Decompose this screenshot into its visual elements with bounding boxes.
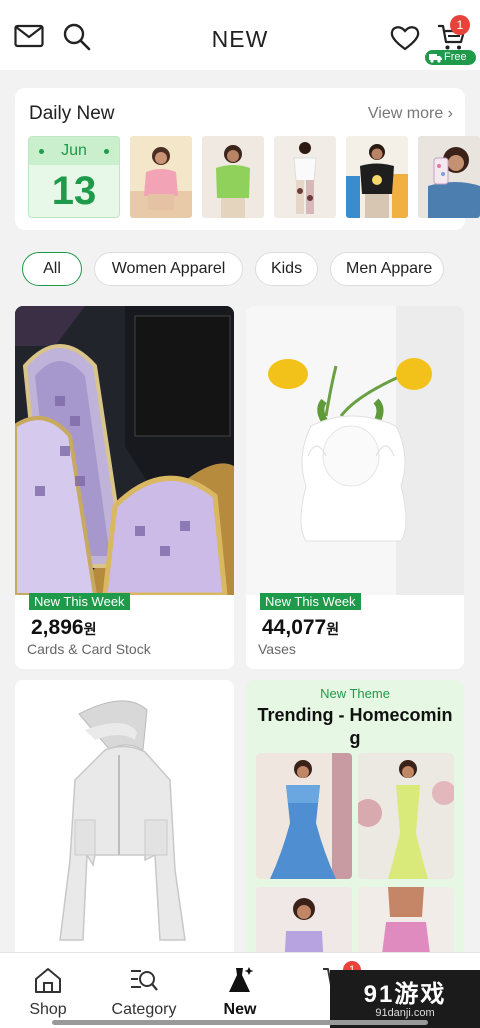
dress-icon (229, 967, 254, 992)
new-this-week-tag: New This Week (260, 593, 361, 610)
theme-photo[interactable] (358, 753, 454, 879)
product-photo (346, 136, 408, 218)
home-indicator (52, 1020, 428, 1025)
nav-new-label: New (223, 1001, 257, 1018)
chip-men-apparel[interactable]: Men Appare (330, 252, 444, 286)
product-photo (418, 136, 480, 218)
daily-new-thumbnail[interactable] (418, 136, 480, 218)
product-card[interactable]: New This Week 2,896원 Cards & Card Stock (15, 306, 234, 669)
nav-new[interactable]: New (192, 953, 288, 1028)
watermark-logo: 91游戏 (363, 981, 447, 1008)
view-more-link[interactable]: View more › (368, 105, 453, 123)
price-value: 44,077 (262, 616, 327, 639)
theme-label: New Theme (320, 686, 390, 701)
daily-new-thumbnail[interactable] (130, 136, 192, 218)
nav-shop[interactable]: Shop (0, 953, 96, 1028)
chevron-right-icon: › (447, 105, 453, 122)
product-image (15, 306, 234, 595)
theme-photo[interactable] (256, 753, 352, 879)
nav-category[interactable]: Category (96, 953, 192, 1028)
product-photo (130, 136, 192, 218)
date-day: 13 (51, 169, 97, 213)
truck-icon (429, 54, 442, 63)
product-card[interactable]: New This Week 44,077원 Vases (246, 306, 464, 669)
daily-new-thumbnail[interactable] (274, 136, 336, 218)
new-this-week-tag: New This Week (29, 593, 130, 610)
dress-photo (358, 753, 454, 879)
chip-kids[interactable]: Kids (255, 252, 318, 286)
product-price: 44,077원 (262, 616, 339, 640)
product-photo (202, 136, 264, 218)
wishlist-heart-icon[interactable] (390, 24, 420, 52)
chip-all[interactable]: All (22, 252, 82, 286)
daily-new-title: Daily New (29, 103, 115, 124)
view-more-label: View more (367, 105, 444, 122)
home-icon (35, 968, 61, 993)
daily-new-section: Daily New View more › Jun 13 (15, 88, 480, 230)
product-card[interactable] (15, 680, 234, 970)
daily-new-thumbnail[interactable] (202, 136, 264, 218)
product-category: Cards & Card Stock (27, 641, 151, 657)
date-calendar-badge[interactable]: Jun 13 (28, 136, 120, 218)
price-currency: 원 (326, 621, 340, 637)
product-image (15, 680, 234, 970)
free-shipping-badge: Free (425, 50, 476, 65)
product-photo (274, 136, 336, 218)
category-search-icon (131, 970, 158, 991)
nav-category-label: Category (111, 1001, 177, 1018)
price-currency: 원 (83, 621, 97, 637)
dress-photo (256, 753, 352, 879)
top-bar: NEW 1 Free (0, 0, 480, 70)
product-price: 2,896원 (31, 616, 96, 640)
new-theme-card[interactable]: New Theme Trending - Homecoming (246, 680, 464, 970)
date-month: Jun (29, 137, 119, 165)
free-label: Free (444, 51, 467, 63)
daily-new-thumbnail[interactable] (346, 136, 408, 218)
nav-shop-label: Shop (29, 1001, 67, 1018)
theme-title: Trending - Homecoming (257, 705, 453, 748)
watermark-url: 91danji.com (375, 1007, 435, 1019)
price-value: 2,896 (31, 616, 84, 639)
chip-women-apparel[interactable]: Women Apparel (94, 252, 243, 286)
cart-count-badge: 1 (450, 15, 470, 35)
product-category: Vases (258, 641, 296, 657)
product-image (246, 306, 464, 595)
